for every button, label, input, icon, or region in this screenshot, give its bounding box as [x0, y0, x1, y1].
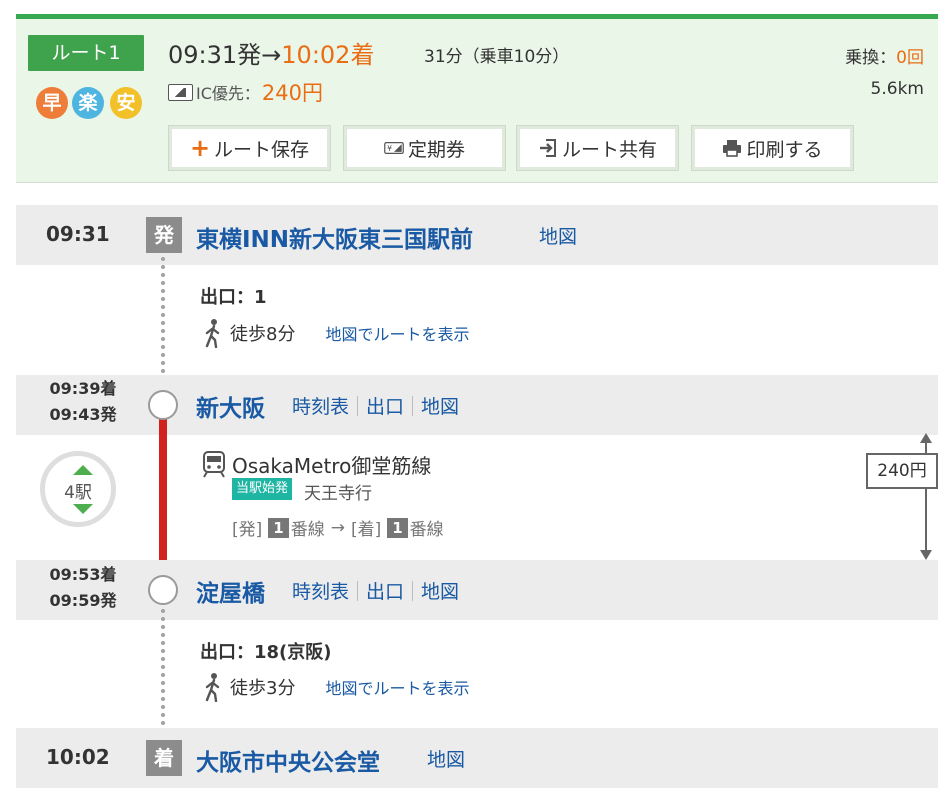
walk-info: 徒歩8分 地図でルートを表示 — [202, 318, 469, 348]
origin-station-name[interactable]: 東横INN新大阪東三国駅前 — [196, 220, 473, 254]
cheap-badge-icon: 安 — [110, 87, 142, 119]
arrow-down-icon — [920, 550, 932, 560]
depart-platform-label: [発] — [232, 520, 263, 540]
depart-track-number: 1 — [268, 517, 289, 538]
walk-duration: 徒歩8分 — [230, 324, 296, 345]
commuter-pass-icon: ¥ — [384, 142, 404, 154]
route-summary: ルート1 早 楽 安 09:31発→10:02着 31分（乗車10分） IC優先… — [16, 14, 938, 183]
first-train-badge: 当駅始発 — [232, 478, 293, 500]
expand-down-icon — [73, 504, 93, 514]
station-name[interactable]: 新大阪 — [196, 389, 265, 423]
link-divider — [357, 395, 359, 416]
stop-count-toggle[interactable]: 4駅 — [40, 451, 116, 527]
ic-card-icon — [168, 83, 193, 101]
fast-badge-icon: 早 — [36, 87, 68, 119]
station-links: 時刻表 出口 地図 — [292, 392, 459, 419]
route-label: ルート1 — [28, 35, 144, 71]
platform-arrow: → — [330, 517, 345, 538]
save-route-button[interactable]: + ルート保存 — [168, 125, 331, 171]
fare-info: IC優先： 240円 — [168, 77, 323, 107]
map-link[interactable]: 地図 — [421, 392, 459, 419]
print-label: 印刷する — [746, 138, 823, 161]
station-node-icon — [148, 575, 178, 605]
commuter-pass-label: 定期券 — [407, 138, 465, 161]
svg-text:¥: ¥ — [387, 144, 392, 153]
timetable-link[interactable]: 時刻表 — [292, 577, 349, 604]
arrival-time: 09:53着 — [49, 565, 117, 584]
walking-icon — [205, 673, 220, 702]
show-route-map-link[interactable]: 地図でルートを表示 — [325, 675, 469, 699]
fare-label: IC優先： — [196, 84, 260, 103]
transfer-number: 0回 — [896, 48, 924, 68]
walk-duration: 徒歩3分 — [230, 678, 296, 699]
share-route-label: ルート共有 — [561, 138, 657, 161]
print-button[interactable]: 印刷する — [691, 125, 854, 171]
station-node-icon — [148, 390, 178, 420]
link-divider — [357, 580, 359, 601]
exit-link[interactable]: 出口 — [366, 577, 404, 604]
save-route-label: ルート保存 — [214, 138, 310, 161]
easy-badge-icon: 楽 — [72, 87, 104, 119]
link-divider — [412, 580, 414, 601]
link-divider — [412, 395, 414, 416]
station-name[interactable]: 淀屋橋 — [196, 574, 265, 608]
departure-time: 09:43発 — [49, 405, 117, 424]
station-links: 時刻表 出口 地図 — [292, 577, 459, 604]
commuter-pass-button[interactable]: ¥ 定期券 — [343, 125, 506, 171]
arrive-platform-label: [着] — [350, 520, 382, 540]
distance: 5.6km — [870, 79, 924, 99]
line-name[interactable]: OsakaMetro御堂筋線 — [232, 450, 431, 479]
arrive-track-number: 1 — [387, 517, 408, 538]
depart-time: 09:31発→ — [168, 41, 282, 69]
subway-line-bar — [159, 418, 167, 578]
exit-info: 出口：18(京阪) — [200, 642, 332, 663]
arrow-up-icon — [920, 433, 932, 443]
arrive-mark: 着 — [146, 740, 182, 776]
departure-time: 09:59発 — [49, 591, 117, 610]
destination-map-link[interactable]: 地図 — [427, 745, 465, 772]
plus-icon: + — [189, 134, 211, 162]
timetable-link[interactable]: 時刻表 — [292, 392, 349, 419]
exit-link[interactable]: 出口 — [366, 392, 404, 419]
walk-info: 徒歩3分 地図でルートを表示 — [202, 672, 469, 702]
exit-info: 出口：1 — [200, 287, 267, 308]
stop-count: 4駅 — [64, 483, 92, 503]
share-route-button[interactable]: ルート共有 — [516, 125, 679, 171]
route-times: 09:31発→10:02着 — [168, 35, 374, 70]
origin-map-link[interactable]: 地図 — [539, 222, 577, 249]
depart-mark: 発 — [146, 217, 182, 253]
platform-info: [発] 1 番線 → [着] 1 番線 — [232, 515, 444, 540]
map-link[interactable]: 地図 — [421, 577, 459, 604]
show-route-map-link[interactable]: 地図でルートを表示 — [325, 321, 469, 345]
fare-amount: 240円 — [261, 81, 323, 105]
transfer-label: 乗換： — [845, 48, 897, 68]
walk-path-line — [161, 607, 165, 742]
walking-icon — [205, 319, 220, 348]
expand-up-icon — [73, 465, 93, 475]
transfer-count: 乗換：0回 — [845, 43, 924, 68]
train-destination: 天王寺行 — [304, 484, 372, 504]
destination-station-name[interactable]: 大阪市中央公会堂 — [196, 743, 380, 777]
track-unit: 番線 — [409, 520, 444, 540]
origin-time: 09:31 — [46, 222, 110, 246]
walk-path-line — [161, 255, 165, 385]
share-icon — [539, 139, 556, 157]
arrive-time: 10:02着 — [281, 41, 375, 69]
destination-time: 10:02 — [46, 745, 110, 769]
segment-fare: 240円 — [866, 453, 938, 489]
duration: 31分（乗車10分） — [424, 47, 570, 67]
train-icon — [203, 451, 225, 478]
printer-icon — [723, 140, 742, 157]
arrival-time: 09:39着 — [49, 379, 117, 398]
track-unit: 番線 — [290, 520, 325, 540]
